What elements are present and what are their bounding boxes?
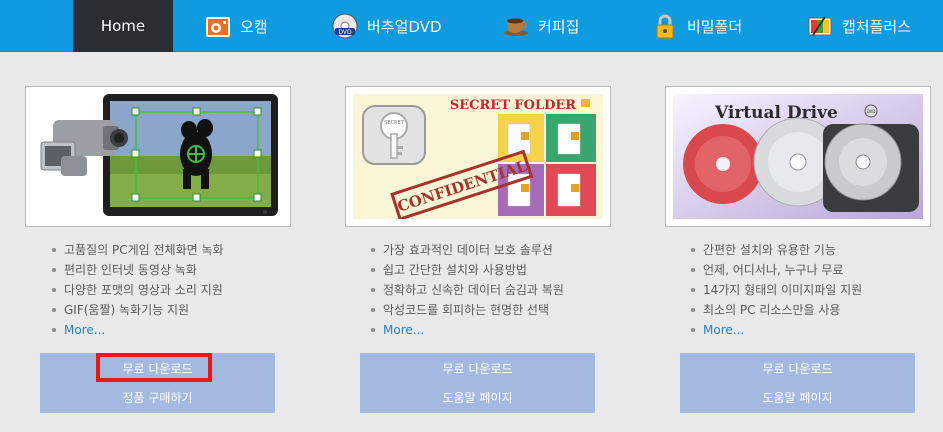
highlight-box [96, 353, 212, 382]
padlock-icon [652, 13, 678, 39]
ocam-buy-button[interactable]: 정품 구매하기 [40, 383, 275, 411]
virtual-drive-more-link[interactable]: More... [690, 320, 862, 340]
list-item: 14가지 형태의 이미지파일 지원 [690, 280, 862, 300]
ocam-button-panel: 무료 다운로드 정품 구매하기 [40, 353, 275, 413]
secret-folder-more-link[interactable]: More... [370, 320, 564, 340]
list-item: GIF(움짤) 녹화기능 지원 [51, 300, 224, 320]
virtual-drive-free-download-button[interactable]: 무료 다운로드 [680, 354, 915, 382]
nav-virtual-dvd[interactable]: DVD 버추얼DVD [332, 0, 442, 52]
virtual-drive-button-panel: 무료 다운로드 도움말 페이지 [680, 353, 915, 413]
capture-plus-icon [807, 13, 833, 39]
ocam-product-card[interactable] [25, 86, 291, 227]
nav-ocam-label: 오캠 [240, 17, 268, 36]
list-item: 최소의 PC 리소스만을 사용 [690, 300, 862, 320]
secret-folder-title: SECRET FOLDER [450, 98, 576, 113]
secret-folder-feature-list: 가장 효과적인 데이터 보호 솔루션 쉽고 간단한 설치와 사용방법 정확하고 … [370, 240, 564, 340]
secret-folder-product-image[interactable]: SECRET SECRET FOLDER CONFIDENTIAL [353, 94, 603, 219]
list-item: 간편한 설치와 유용한 기능 [690, 240, 862, 260]
nav-home-label: Home [100, 17, 146, 35]
secret-folder-product-card[interactable]: SECRET SECRET FOLDER CONFIDENTIAL [345, 86, 611, 227]
nav-secret-folder-label: 비밀폴더 [687, 17, 743, 36]
coffee-cup-icon [503, 13, 529, 39]
ocam-more-link[interactable]: More... [51, 320, 224, 340]
secret-folder-help-button[interactable]: 도움말 페이지 [360, 383, 595, 411]
nav-capture-plus-label: 캡처플러스 [842, 17, 912, 36]
virtual-drive-title: Virtual Drive [714, 103, 838, 123]
dvd-disc-icon: DVD [332, 13, 358, 39]
virtual-drive-product-card[interactable]: Virtual Drive DVD [665, 86, 931, 227]
nav-capture-plus[interactable]: 캡처플러스 [807, 0, 911, 52]
nav-ocam[interactable]: 오캠 [205, 0, 268, 52]
list-item: 악성코드를 회피하는 현명한 선택 [370, 300, 564, 320]
virtual-drive-badge: DVD [867, 109, 876, 114]
secret-folder-button-panel: 무료 다운로드 도움말 페이지 [360, 353, 595, 413]
virtual-drive-product-image[interactable]: Virtual Drive DVD [673, 94, 923, 219]
nav-virtual-dvd-label: 버추얼DVD [367, 17, 442, 36]
ocam-icon [205, 13, 231, 39]
virtual-drive-feature-list: 간편한 설치와 유용한 기능 언제, 어디서나, 누구나 무료 14가지 형태의… [690, 240, 862, 340]
list-item: 가장 효과적인 데이터 보호 솔루션 [370, 240, 564, 260]
nav-home[interactable]: Home [73, 0, 173, 52]
list-item: 언제, 어디서나, 누구나 무료 [690, 260, 862, 280]
ocam-feature-list: 고품질의 PC게임 전체화면 녹화 편리한 인터넷 동영상 녹화 다양한 포맷의… [51, 240, 224, 340]
secret-folder-free-download-button[interactable]: 무료 다운로드 [360, 354, 595, 382]
nav-coffee[interactable]: 커피집 [503, 0, 579, 52]
list-item: 정확하고 신속한 데이터 숨김과 복원 [370, 280, 564, 300]
ocam-product-image[interactable] [33, 94, 283, 219]
list-item: 쉽고 간단한 설치와 사용방법 [370, 260, 564, 280]
key-secret-text: SECRET [384, 120, 404, 126]
nav-coffee-label: 커피집 [538, 17, 580, 36]
virtual-drive-help-button[interactable]: 도움말 페이지 [680, 383, 915, 411]
list-item: 다양한 포맷의 영상과 소리 지원 [51, 280, 224, 300]
list-item: 편리한 인터넷 동영상 녹화 [51, 260, 224, 280]
nav-secret-folder[interactable]: 비밀폴더 [652, 0, 742, 52]
svg-text:DVD: DVD [338, 29, 352, 36]
top-nav: Home 오캠 DVD 버추얼DVD 커피집 비밀폴더 캡처플러스 [0, 0, 943, 52]
list-item: 고품질의 PC게임 전체화면 녹화 [51, 240, 224, 260]
